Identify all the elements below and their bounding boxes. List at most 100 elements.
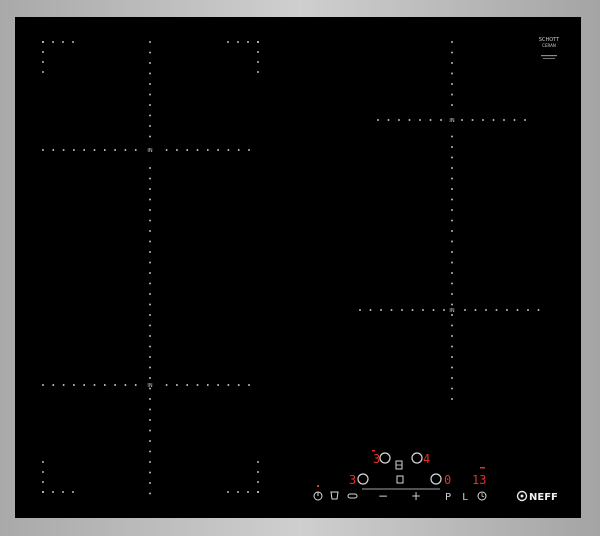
marking-dot <box>93 384 96 386</box>
marking-dot <box>149 219 151 222</box>
marking-dot <box>227 149 230 151</box>
marking-dot <box>134 149 137 151</box>
marking-dot <box>451 230 453 232</box>
timer-indicator-mark <box>480 467 485 469</box>
marking-dot <box>451 146 453 148</box>
marking-dot <box>443 309 445 311</box>
marking-dot <box>451 72 453 75</box>
marking-dot <box>165 384 168 386</box>
marking-dot <box>432 309 435 311</box>
marking-dot <box>440 119 442 121</box>
marking-dot <box>165 149 168 151</box>
marking-dot <box>52 41 54 43</box>
marking-dot <box>149 482 151 484</box>
zone-marker-right-bottom: IN <box>449 308 454 314</box>
marking-dot <box>149 62 151 64</box>
marking-dot <box>73 149 75 151</box>
marking-dot <box>149 303 151 306</box>
marking-dot <box>42 461 44 463</box>
marking-dot <box>451 198 453 201</box>
marking-dot <box>149 398 151 400</box>
top-left-zone-level: 3 <box>373 452 380 466</box>
marking-dot <box>149 408 151 411</box>
marking-dot <box>149 461 151 463</box>
marking-dot <box>149 345 151 348</box>
marking-dot <box>104 149 106 151</box>
marking-dot <box>451 261 453 264</box>
marking-dot <box>149 272 151 274</box>
marking-dot <box>149 419 151 421</box>
marking-dot <box>149 188 151 190</box>
marking-dot <box>42 481 44 483</box>
minus-button[interactable]: − <box>378 489 388 503</box>
marking-dot <box>217 149 219 151</box>
marking-dot <box>451 51 453 54</box>
marking-dot <box>149 335 151 337</box>
child-lock-button[interactable]: L <box>462 492 468 503</box>
bottom-left-zone-level: 3 <box>349 473 356 487</box>
marking-dot <box>149 471 151 474</box>
marking-dot <box>422 309 424 311</box>
marking-dot <box>149 198 151 201</box>
marking-dot <box>451 188 453 190</box>
marking-dot <box>149 356 151 358</box>
marking-dot <box>207 384 209 386</box>
marking-dot <box>149 261 151 264</box>
marking-dot <box>451 377 453 379</box>
top-right-zone-level: 4 <box>423 452 430 466</box>
marking-dot <box>464 309 466 311</box>
marking-dot <box>72 41 74 43</box>
glass-brand-fineprint <box>541 55 557 57</box>
marking-dot <box>248 149 250 151</box>
marking-dot <box>451 167 453 169</box>
marking-dot <box>451 177 453 180</box>
marking-dot <box>149 177 151 180</box>
marking-dot <box>451 272 453 274</box>
marking-dot <box>149 72 151 75</box>
marking-dot <box>52 149 55 151</box>
marking-dot <box>451 366 453 369</box>
marking-dot <box>451 209 453 211</box>
marking-dot <box>124 149 127 151</box>
timer-display: 13 <box>472 473 486 487</box>
marking-dot <box>42 71 44 73</box>
glass-brand-fineprint-2 <box>543 58 555 59</box>
marking-dot <box>377 119 379 121</box>
plus-button[interactable]: + <box>411 489 421 503</box>
marking-dot <box>176 149 178 151</box>
marking-dot <box>474 309 477 311</box>
marking-dot <box>149 324 151 327</box>
marking-dot <box>62 149 65 151</box>
marking-dot <box>451 83 453 85</box>
marking-dot <box>186 384 188 386</box>
marking-dot <box>237 41 239 43</box>
marking-dot <box>62 41 64 43</box>
marking-dot <box>149 366 151 369</box>
marking-dot <box>257 491 259 493</box>
powerboost-button[interactable]: P <box>445 492 451 503</box>
induction-hob: IN IN IN IN SCHOTT CERAN 3 4 3 0 13 − + … <box>0 0 600 536</box>
zone-marker-right-top: IN <box>449 118 454 124</box>
power-led <box>317 485 319 487</box>
marking-dot <box>73 384 75 386</box>
marking-dot <box>149 377 151 379</box>
marking-dot <box>237 491 239 493</box>
marking-dot <box>42 491 44 493</box>
marking-dot <box>471 119 474 121</box>
marking-dot <box>257 61 259 63</box>
marking-dot <box>93 149 96 151</box>
marking-dot <box>114 149 116 151</box>
marking-dot <box>237 384 240 386</box>
marking-dot <box>149 251 151 253</box>
zone-marker-left-bottom: IN <box>147 383 152 389</box>
marking-dot <box>485 309 487 311</box>
marking-dot <box>492 119 495 121</box>
marking-dot <box>149 230 151 232</box>
marking-dot <box>451 156 453 159</box>
marking-dot <box>451 387 453 390</box>
ceramic-glass-surface <box>15 17 581 518</box>
marking-dot <box>451 282 453 285</box>
marking-dot <box>257 71 259 73</box>
marking-dot <box>247 491 249 493</box>
marking-dot <box>149 209 151 211</box>
